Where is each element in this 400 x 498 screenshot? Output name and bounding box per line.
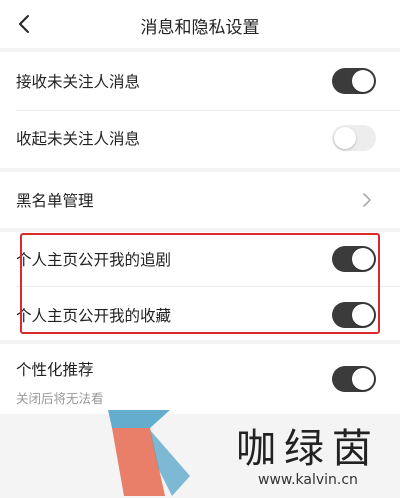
setting-row-receive-messages: 接收未关注人消息: [0, 52, 400, 110]
toggle-knob: [334, 127, 356, 149]
setting-row-blacklist[interactable]: 黑名单管理: [0, 172, 400, 228]
setting-label: 收起未关注人消息: [16, 130, 141, 148]
public-watching-toggle[interactable]: [332, 246, 376, 272]
toggle-knob: [352, 304, 374, 326]
setting-label: 黑名单管理: [16, 192, 94, 210]
setting-row-public-favorites: 个人主页公开我的收藏: [0, 286, 400, 340]
setting-label: 个人主页公开我的收藏: [16, 307, 172, 325]
collapse-messages-toggle[interactable]: [332, 125, 376, 151]
divider: [16, 110, 400, 111]
setting-label: 接收未关注人消息: [16, 73, 141, 91]
top-bar: 消息和隐私设置: [0, 0, 400, 48]
setting-label: 个人主页公开我的追剧: [16, 251, 172, 269]
page-title: 消息和隐私设置: [140, 18, 260, 38]
watermark-text: 咖绿茵: [236, 426, 380, 472]
public-favorites-toggle[interactable]: [332, 302, 376, 328]
toggle-knob: [352, 70, 374, 92]
toggle-knob: [352, 368, 374, 390]
receive-messages-toggle[interactable]: [332, 68, 376, 94]
watermark-url: www.kalvin.cn: [258, 472, 358, 488]
setting-label: 个性化推荐: [16, 361, 94, 379]
toggle-knob: [352, 248, 374, 270]
setting-row-public-watching: 个人主页公开我的追剧: [0, 232, 400, 286]
personalized-recommendation-toggle[interactable]: [332, 366, 376, 392]
divider: [16, 286, 400, 287]
chevron-right-icon: [363, 193, 371, 207]
setting-row-collapse-messages: 收起未关注人消息: [0, 110, 400, 168]
